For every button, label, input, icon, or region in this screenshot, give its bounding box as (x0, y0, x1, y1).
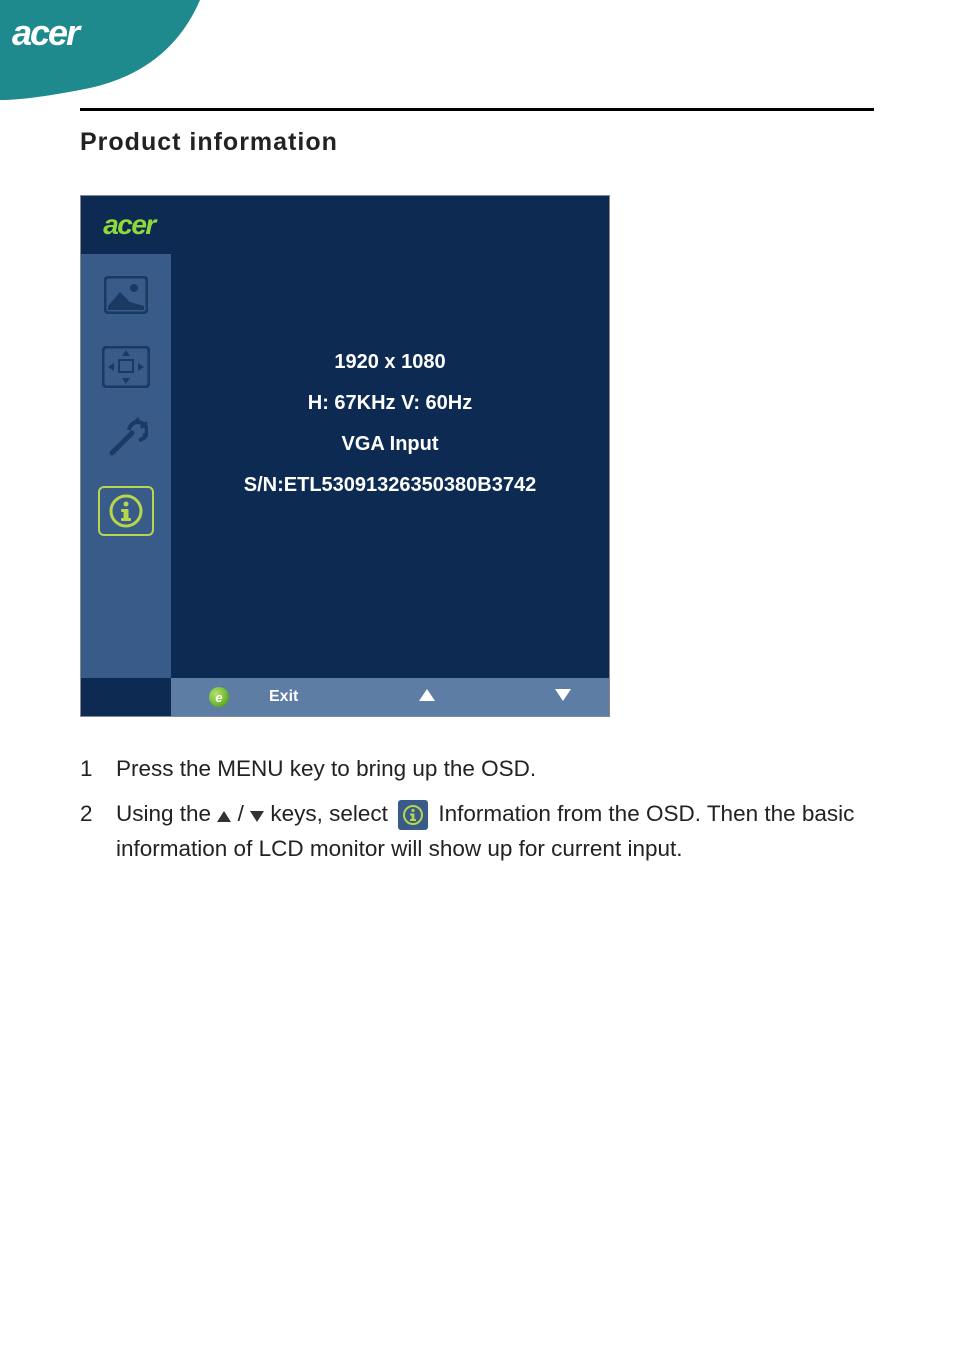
down-arrow-icon (250, 798, 264, 833)
instruction-steps: 1 Press the MENU key to bring up the OSD… (80, 752, 874, 877)
position-icon[interactable] (98, 342, 154, 392)
info-serial: S/N:ETL53091326350380B3742 (244, 474, 536, 497)
info-input: VGA Input (341, 433, 438, 456)
osd-sidebar: acer (81, 196, 171, 678)
osd-panel: acer (80, 195, 610, 717)
down-button[interactable] (555, 688, 571, 706)
info-resolution: 1920 x 1080 (334, 351, 445, 374)
step-2: 2 Using the / keys, select Information f… (80, 797, 874, 867)
top-divider (80, 108, 874, 111)
info-frequency: H: 67KHz V: 60Hz (308, 392, 473, 415)
step-number: 2 (80, 797, 98, 867)
exit-button[interactable]: Exit (269, 688, 298, 706)
step-1: 1 Press the MENU key to bring up the OSD… (80, 752, 874, 787)
osd-brand-logo: acer (103, 209, 155, 241)
osd-content: 1920 x 1080 H: 67KHz V: 60Hz VGA Input S… (171, 196, 609, 678)
eco-icon[interactable]: e (209, 687, 229, 707)
up-arrow-icon (217, 798, 231, 833)
step-text: Using the / keys, select Information fro… (116, 797, 874, 867)
info-icon[interactable] (98, 486, 154, 536)
brand-corner: acer (0, 0, 200, 100)
up-button[interactable] (419, 688, 435, 706)
brand-logo: acer (12, 12, 78, 54)
step-number: 1 (80, 752, 98, 787)
settings-icon[interactable] (98, 414, 154, 464)
osd-logo-cell: acer (81, 196, 171, 254)
osd-footer: e Exit (171, 678, 609, 716)
info-badge-icon (398, 800, 428, 830)
section-title: Product information (80, 128, 338, 157)
picture-icon[interactable] (98, 270, 154, 320)
step-text: Press the MENU key to bring up the OSD. (116, 752, 874, 787)
